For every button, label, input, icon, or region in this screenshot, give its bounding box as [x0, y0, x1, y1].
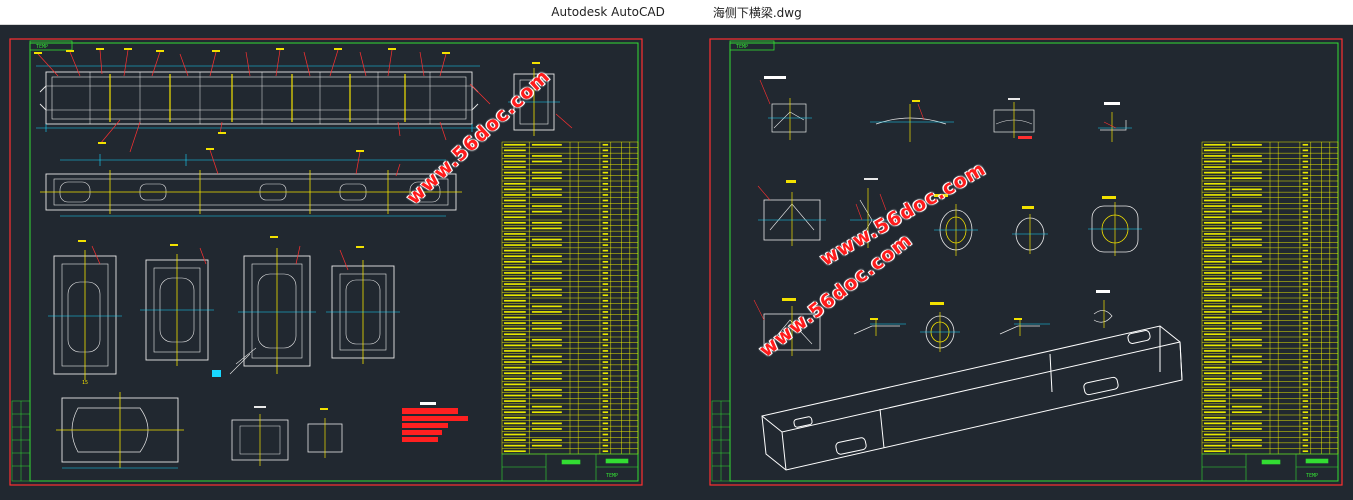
section-view-a — [48, 240, 122, 380]
sheet-right-temp-label: TEMP — [736, 44, 748, 50]
cyan-marker-block — [212, 370, 221, 377]
detail-view-plate: 15 — [56, 380, 184, 469]
detail-r1-c — [993, 98, 1035, 139]
detail-r3-e — [1093, 290, 1113, 328]
sheet-right[interactable]: TEMP TEMP — [709, 38, 1343, 486]
beam-isometric-view — [761, 325, 1183, 471]
detail-r1-a — [759, 76, 812, 140]
title-block-right-temp: TEMP — [1306, 473, 1318, 479]
title-block-left: TEMP — [501, 453, 639, 482]
detail-r3-b — [853, 318, 906, 336]
detail-r3-d — [999, 318, 1050, 336]
right-revision-block — [711, 400, 731, 482]
elevation-markers — [34, 48, 450, 144]
detail-r2-e — [1088, 196, 1142, 256]
drawing-file-name: 海侧下横梁.dwg — [712, 5, 802, 20]
detail-r1-d — [1098, 102, 1132, 142]
elevation-leader-lines — [37, 49, 491, 153]
detail-r3-c — [920, 302, 960, 352]
section-view-d — [326, 246, 400, 364]
beam-plan-view — [40, 148, 462, 217]
app-name: Autodesk AutoCAD — [551, 5, 665, 19]
detail-r2-d — [1012, 206, 1048, 254]
detail-r2-a — [757, 180, 826, 246]
drawing-canvas[interactable]: TEMP 15 TEMP TEMP TEMP www.56doc.com www… — [0, 24, 1353, 496]
title-bar: Autodesk AutoCAD 海侧下横梁.dwg — [0, 0, 1353, 25]
parts-list-table-right — [1201, 141, 1339, 455]
red-notes-block — [402, 402, 468, 442]
sheet-left[interactable]: TEMP 15 TEMP — [9, 38, 643, 486]
left-revision-block — [11, 400, 31, 482]
title-block-right: TEMP — [1201, 453, 1339, 482]
sheet-left-temp-label: TEMP — [36, 44, 48, 50]
section-view-b — [140, 244, 214, 366]
detail-view-small-2 — [307, 408, 343, 458]
parts-list-table-left — [501, 141, 639, 455]
section-view-c — [229, 236, 316, 375]
beam-elevation-view — [36, 65, 480, 132]
detail-view-label: 15 — [82, 380, 88, 386]
detail-view-small-1 — [231, 406, 289, 466]
title-block-left-temp: TEMP — [606, 473, 618, 479]
detail-r1-b — [870, 100, 954, 142]
